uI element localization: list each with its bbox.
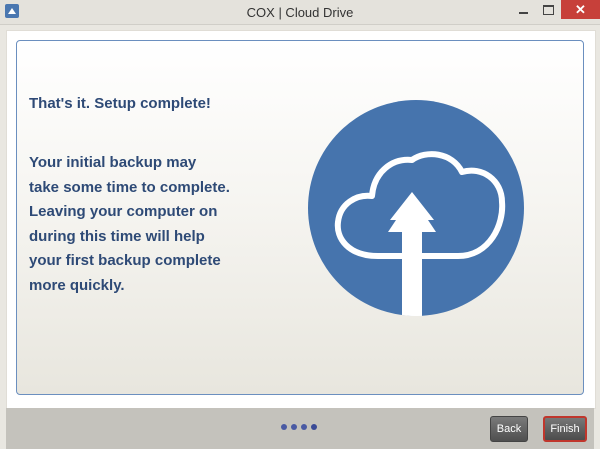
message-line: during this time will help <box>29 227 205 245</box>
cloud-upload-illustration <box>308 100 524 316</box>
minimize-icon <box>518 12 528 14</box>
close-button[interactable]: ✕ <box>561 0 600 19</box>
cloud-upload-icon <box>334 151 506 316</box>
window-title: COX | Cloud Drive <box>246 5 354 20</box>
message-line: your first backup complete <box>29 252 221 269</box>
message-line: Leaving your computer on <box>29 203 218 220</box>
setup-complete-panel: That's it. Setup complete! Your initial … <box>16 40 584 395</box>
maximize-button[interactable] <box>536 0 560 20</box>
step-indicator <box>281 424 317 430</box>
step-dot <box>291 424 297 430</box>
message-line: take some time to complete. <box>29 178 230 196</box>
back-button[interactable]: Back <box>490 416 528 442</box>
close-icon: ✕ <box>575 1 586 17</box>
completion-message: Your initial backup may take some time t… <box>29 151 269 298</box>
maximize-icon <box>542 5 554 15</box>
message-line: more quickly. <box>29 276 125 294</box>
minimize-button[interactable] <box>511 0 535 20</box>
message-line: Your initial backup may <box>29 154 197 171</box>
footer-bar: Back Finish <box>6 408 594 449</box>
step-dot <box>301 424 307 430</box>
title-bar: COX | Cloud Drive ✕ <box>0 0 600 25</box>
finish-button[interactable]: Finish <box>543 416 587 442</box>
step-dot-current <box>311 424 317 430</box>
page-title: That's it. Setup complete! <box>29 95 211 112</box>
step-dot <box>281 424 287 430</box>
